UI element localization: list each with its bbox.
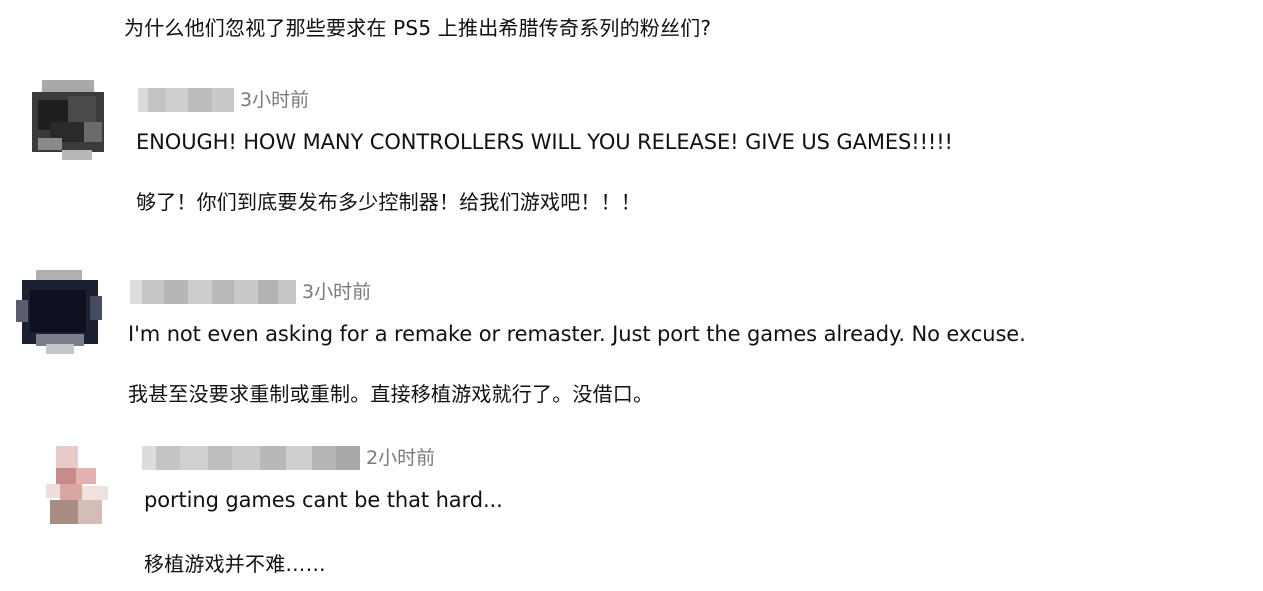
comment-timestamp[interactable]: 2小时前 <box>366 446 435 470</box>
comment-text: ENOUGH! HOW MANY CONTROLLERS WILL YOU RE… <box>136 130 953 154</box>
previous-comment-translation: 为什么他们忽视了那些要求在 PS5 上推出希腊传奇系列的粉丝们? <box>124 16 712 40</box>
author-name[interactable] <box>130 280 296 304</box>
avatar[interactable] <box>14 268 104 356</box>
avatar[interactable] <box>24 78 112 164</box>
comment-timestamp[interactable]: 3小时前 <box>240 88 309 112</box>
comment-item: 3小时前 I'm not even asking for a remake or… <box>0 268 1263 418</box>
comment-item: 3小时前 ENOUGH! HOW MANY CONTROLLERS WILL Y… <box>0 78 1263 228</box>
author-name[interactable] <box>142 446 360 470</box>
comment-timestamp[interactable]: 3小时前 <box>302 280 371 304</box>
avatar[interactable] <box>46 440 110 528</box>
author-name[interactable] <box>138 88 234 112</box>
comment-translation: 够了！你们到底要发布多少控制器！给我们游戏吧！！！ <box>136 190 641 214</box>
comment-translation: 移植游戏并不难…… <box>144 552 326 576</box>
comment-text: porting games cant be that hard... <box>144 488 503 512</box>
comment-item: 2小时前 porting games cant be that hard... … <box>0 440 1263 580</box>
comment-text: I'm not even asking for a remake or rema… <box>128 322 1026 346</box>
comment-translation: 我甚至没要求重制或重制。直接移植游戏就行了。没借口。 <box>128 382 654 406</box>
